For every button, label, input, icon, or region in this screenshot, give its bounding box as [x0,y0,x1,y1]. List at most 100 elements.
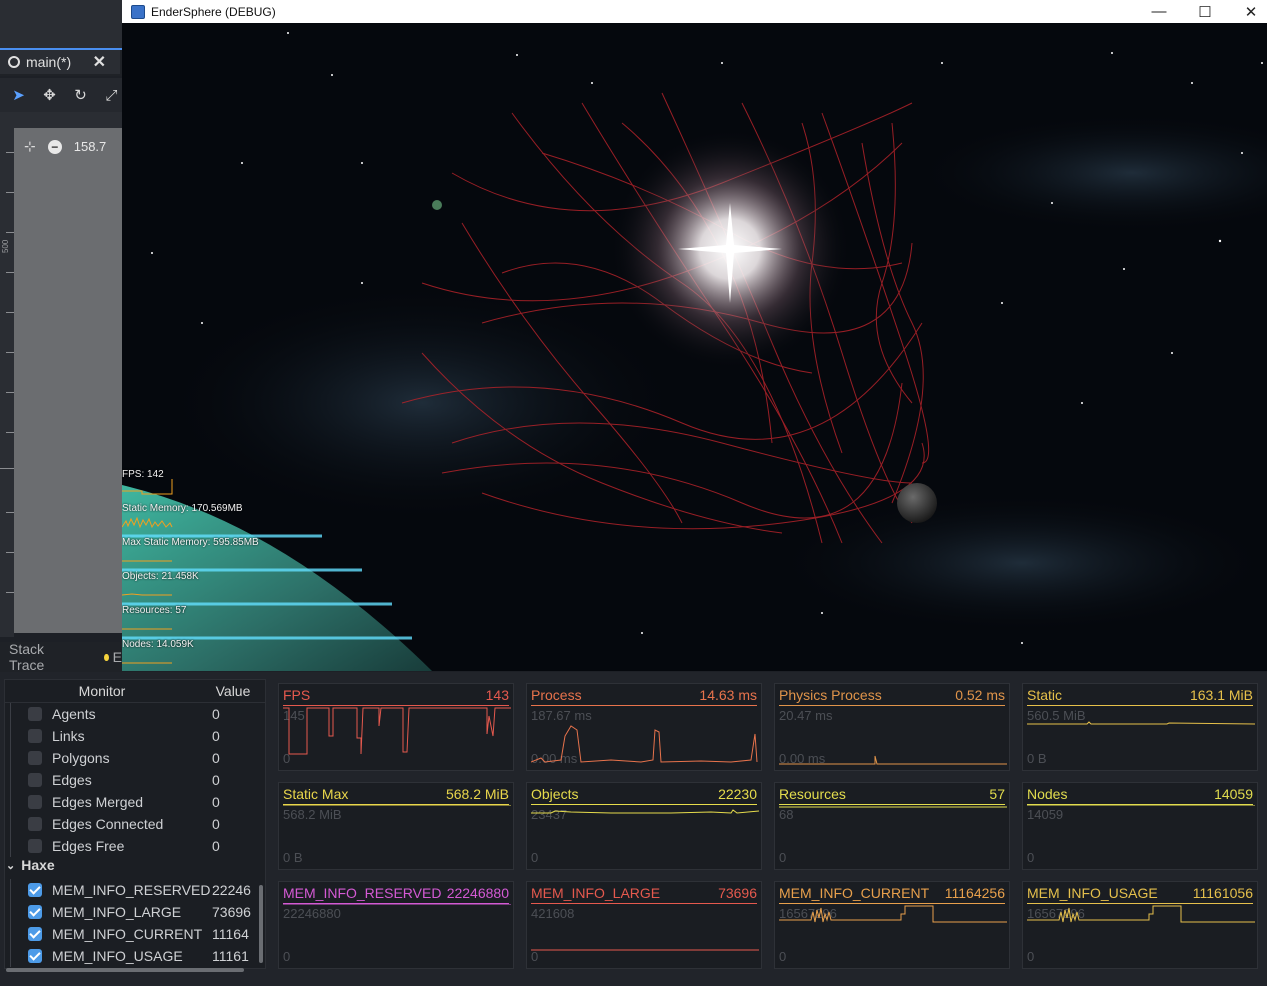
monitor-row[interactable]: Edges Connected 0 [8,813,258,835]
monitor-label: MEM_INFO_LARGE [52,904,182,920]
chevron-down-icon[interactable]: ⌄ [6,859,15,872]
graph-value: 0.52 ms [955,687,1005,703]
monitor-row[interactable]: Agents 0 [8,703,258,725]
monitor-label: Edges Free [52,838,125,854]
monitor-checkbox[interactable] [28,817,42,831]
haxe-monitor-row[interactable]: MEM_INFO_CURRENT 11164 [8,923,258,945]
monitor-graph[interactable]: Objects 22230 23437 0 [526,782,762,870]
graph-value: 568.2 MiB [445,786,509,802]
monitor-checkbox[interactable] [28,905,42,919]
monitor-checkbox[interactable] [28,773,42,787]
monitor-graph[interactable]: Resources 57 68 0 [774,782,1010,870]
monitor-value: 0 [212,838,220,854]
graph-value: 11161056 [1192,885,1253,901]
monitor-label: MEM_INFO_CURRENT [52,926,203,942]
monitor-checkbox[interactable] [28,707,42,721]
close-tab-icon[interactable]: ✕ [93,52,106,72]
monitor-checkbox[interactable] [28,751,42,765]
bottom-tabs: Stack Trace E [0,641,122,673]
graph-trace [1027,905,1255,923]
editor-viewport[interactable] [14,128,122,633]
monitor-row[interactable]: Polygons 0 [8,747,258,769]
monitor-value: 11164 [212,926,249,942]
zoom-controls: ⊹ − 158.7 [24,138,106,155]
monitor-graph[interactable]: MEM_INFO_USAGE 11161056 16567296 0 [1022,881,1258,969]
monitor-graph[interactable]: MEM_INFO_CURRENT 11164256 16567296 0 [774,881,1010,969]
monitor-value: 0 [212,750,220,766]
maximize-button[interactable]: ☐ [1182,0,1228,23]
monitor-value: 11161 [212,948,249,964]
monitor-checkbox[interactable] [28,729,42,743]
monitor-graph[interactable]: MEM_INFO_LARGE 73696 421608 0 [526,881,762,969]
tab-errors[interactable]: E [113,649,122,665]
column-monitor[interactable]: Monitor [4,683,200,699]
category-haxe[interactable]: ⌄ Haxe [4,854,55,876]
monitor-label: Edges Connected [52,816,164,832]
tab-label: main(*) [26,54,72,70]
graph-trace [283,805,511,806]
monitor-row[interactable]: Edges 0 [8,769,258,791]
graph-trace [779,755,1007,765]
monitor-graph[interactable]: MEM_INFO_RESERVED 22246880 22246880 0 [278,881,514,969]
overlay-nodes-graph [122,662,172,664]
graph-value: 163.1 MiB [1189,687,1253,703]
editor-header [0,0,122,48]
game-viewport[interactable]: FPS: 142 Static Memory: 170.569MB Max St… [122,23,1267,671]
monitor-label: MEM_INFO_RESERVED [52,882,211,898]
haxe-monitor-row[interactable]: MEM_INFO_LARGE 73696 [8,901,258,923]
monitor-value: 22246 [212,882,251,898]
rotate-tool-icon[interactable]: ↻ [70,83,91,107]
minimize-button[interactable]: — [1136,0,1182,23]
graph-value: 143 [485,687,509,703]
close-window-button[interactable]: ✕ [1228,0,1267,23]
monitor-graph[interactable]: Static 163.1 MiB 560.5 MiB 0 B [1022,683,1258,771]
select-tool-icon[interactable]: ➤ [8,83,29,107]
monitor-row[interactable]: Edges Merged 0 [8,791,258,813]
haxe-monitor-row[interactable]: MEM_INFO_RESERVED 22246 [8,879,258,901]
monitor-value: 0 [212,816,220,832]
window-title: EnderSphere (DEBUG) [151,4,276,19]
monitor-checkbox[interactable] [28,839,42,853]
monitor-label: Edges [52,772,92,788]
monitor-value: 0 [212,706,220,722]
monitor-graph[interactable]: Nodes 14059 14059 0 [1022,782,1258,870]
monitor-graph[interactable]: Process 14.63 ms 187.67 ms 0.00 ms [526,683,762,771]
errors-dot-icon [104,653,109,661]
category-haxe-label: Haxe [21,857,55,873]
monitor-graph[interactable]: Physics Process 0.52 ms 20.47 ms 0.00 ms [774,683,1010,771]
editor-toolbar: ➤ ✥ ↻ ⤢ [0,78,122,112]
zoom-value[interactable]: 158.7 [74,139,107,154]
graph-name: Nodes [1027,786,1068,802]
move-tool-icon[interactable]: ✥ [39,83,60,107]
monitor-label: MEM_INFO_USAGE [52,948,183,964]
tree-horizontal-scrollbar[interactable] [6,968,244,972]
monitor-graph[interactable]: Static Max 568.2 MiB 568.2 MiB 0 B [278,782,514,870]
tab-stack-trace[interactable]: Stack Trace [9,641,56,673]
zoom-out-button[interactable]: − [47,139,62,154]
center-view-icon[interactable]: ⊹ [24,138,36,155]
app-icon [131,4,145,19]
monitor-checkbox[interactable] [28,883,42,897]
graph-value: 57 [989,786,1005,802]
monitor-row[interactable]: Links 0 [8,725,258,747]
graph-trace [779,806,1007,808]
graph-name: MEM_INFO_USAGE [1027,885,1158,901]
game-titlebar[interactable]: EnderSphere (DEBUG) — ☐ ✕ [122,0,1267,23]
monitor-checkbox[interactable] [28,795,42,809]
monitor-tree-header: Monitor Value [4,679,266,703]
monitor-checkbox[interactable] [28,927,42,941]
monitor-checkbox[interactable] [28,949,42,963]
scale-tool-icon[interactable]: ⤢ [101,83,122,107]
tab-main-scene[interactable]: main(*) ✕ [0,50,120,74]
column-value[interactable]: Value [200,683,266,699]
space-scene [122,32,1267,671]
graph-trace [1027,805,1255,806]
graph-name: Resources [779,786,846,802]
tree-scrollbar[interactable] [259,885,263,963]
graph-name: Physics Process [779,687,882,703]
graph-value: 22230 [718,786,757,802]
graph-trace [283,904,511,905]
monitor-graph[interactable]: FPS 143 145 0 [278,683,514,771]
haxe-monitor-row[interactable]: MEM_INFO_USAGE 11161 [8,945,258,967]
graph-trace [531,725,758,763]
